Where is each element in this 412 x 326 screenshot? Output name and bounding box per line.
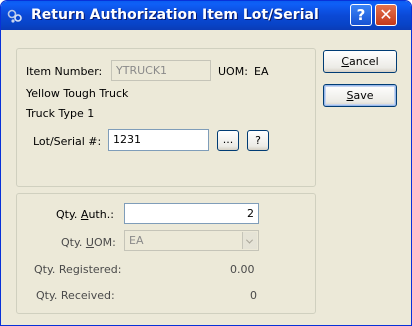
close-icon: ✕ (379, 5, 393, 24)
cancel-button[interactable]: Cancel (323, 50, 397, 73)
qty-received-value: 0 (250, 289, 257, 302)
qty-uom-label: Qty. UOM: (61, 236, 116, 249)
item-number-label: Item Number: (26, 65, 103, 78)
question-icon: ? (356, 6, 366, 24)
qty-registered-label: Qty. Registered: (34, 263, 122, 276)
help-title-button[interactable]: ? (350, 4, 372, 26)
lot-browse-button[interactable]: ... (217, 130, 239, 151)
lot-serial-input[interactable]: 1231 (108, 129, 209, 151)
qty-auth-label: Qty. Auth.: (56, 208, 114, 221)
window-title: Return Authorization Item Lot/Serial (31, 7, 319, 23)
uom-value: EA (254, 65, 269, 78)
close-title-button[interactable]: ✕ (375, 4, 397, 26)
dialog-window: Return Authorization Item Lot/Serial ? ✕… (0, 0, 412, 326)
uom-label: UOM: (218, 65, 248, 78)
item-description-2: Truck Type 1 (26, 107, 95, 120)
lot-help-button[interactable]: ? (247, 130, 269, 151)
lot-serial-label: Lot/Serial #: (33, 135, 102, 148)
item-description-1: Yellow Tough Truck (26, 87, 129, 100)
title-bar[interactable]: Return Authorization Item Lot/Serial ? ✕ (1, 1, 411, 30)
save-button[interactable]: Save (323, 84, 397, 107)
item-number-field[interactable]: YTRUCK1 (111, 60, 211, 81)
qty-registered-value: 0.00 (230, 263, 255, 276)
qty-uom-select[interactable]: EA (124, 230, 259, 251)
qty-received-label: Qty. Received: (36, 289, 115, 302)
qty-uom-value: EA (129, 234, 144, 247)
app-icon (7, 9, 22, 23)
qty-auth-input[interactable]: 2 (124, 203, 259, 224)
chevron-down-icon[interactable] (242, 232, 257, 249)
